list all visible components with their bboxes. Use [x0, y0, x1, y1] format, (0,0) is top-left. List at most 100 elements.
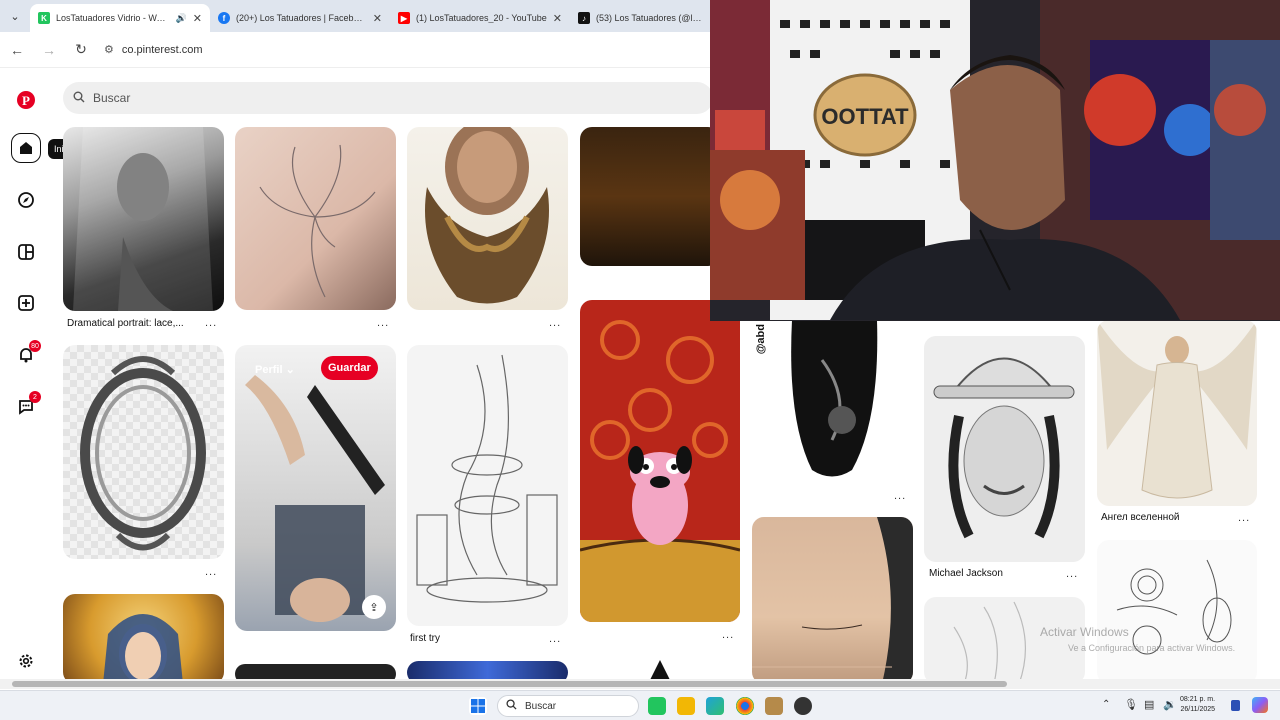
- pin-more-icon[interactable]: ...: [894, 490, 906, 502]
- taskbar-search-label: Buscar: [525, 700, 557, 712]
- tab-youtube[interactable]: ▶ (1) LosTatuadores_20 - YouTube ✕: [390, 4, 570, 32]
- tab-title: LosTatuadores Vidrio - Watch: [56, 13, 170, 23]
- pin-image-waist-tattoo[interactable]: [752, 517, 913, 684]
- close-tab-icon[interactable]: ✕: [553, 12, 562, 25]
- notifications-badge: 80: [29, 340, 41, 352]
- network-icon[interactable]: ▤: [1144, 698, 1154, 711]
- obs-icon[interactable]: [794, 697, 812, 715]
- url-field[interactable]: ⚙ co.pinterest.com: [104, 43, 203, 56]
- pin-image-lily-tattoo[interactable]: [235, 127, 396, 310]
- site-info-icon[interactable]: ⚙: [104, 43, 114, 56]
- pin-tag-text: @abd: [755, 324, 767, 355]
- activate-windows-subtitle: Ve a Configuración para activar Windows.: [1068, 643, 1236, 653]
- pinterest-logo-icon[interactable]: P: [11, 85, 41, 115]
- explore-icon[interactable]: [11, 185, 41, 215]
- folder-app-icon[interactable]: [765, 697, 783, 715]
- youtube-icon: ▶: [398, 12, 410, 24]
- pin-more-icon[interactable]: ...: [377, 317, 389, 329]
- pin-image-rose-sketch[interactable]: [1097, 540, 1257, 684]
- pin-caption: Dramatical portrait: lace,...: [67, 318, 184, 329]
- tab-facebook[interactable]: f (20+) Los Tatuadores | Facebook ✕: [210, 4, 390, 32]
- pin-more-icon[interactable]: ...: [1066, 568, 1078, 580]
- svg-text:P: P: [22, 93, 30, 108]
- edge-icon[interactable]: [706, 697, 724, 715]
- notification-bell-icon[interactable]: [1231, 700, 1240, 711]
- chevron-up-icon[interactable]: ⌃: [1102, 699, 1110, 710]
- speaker-icon[interactable]: 🔊: [176, 13, 187, 24]
- pin-image-virgin[interactable]: [63, 594, 224, 684]
- back-icon[interactable]: ←: [8, 42, 26, 58]
- close-tab-icon[interactable]: ✕: [373, 12, 382, 25]
- notifications-icon[interactable]: 80: [11, 340, 41, 370]
- tab-title: (1) LosTatuadores_20 - YouTube: [416, 13, 547, 23]
- activate-windows-title: Activar Windows: [1040, 625, 1129, 639]
- pin-image-video[interactable]: Perfil ⌄ Guardar ⇪: [235, 345, 396, 631]
- messages-icon[interactable]: 2: [11, 391, 41, 421]
- browser-tab-bar: ⌄ K LosTatuadores Vidrio - Watch 🔊 ✕ f (…: [0, 0, 710, 32]
- windows-taskbar: Buscar ⌃ 🎙 ▤ 🔉 08:21 p. m. 26/11/2025: [0, 690, 1280, 720]
- chrome-icon[interactable]: [736, 697, 754, 715]
- pin-caption: first try: [410, 633, 440, 644]
- boards-icon[interactable]: [11, 237, 41, 267]
- address-bar: ← → ↻ ⚙ co.pinterest.com: [0, 32, 710, 68]
- taskbar-clock[interactable]: 08:21 p. m. 26/11/2025: [1180, 695, 1215, 715]
- close-tab-icon[interactable]: ✕: [193, 12, 202, 25]
- tiktok-icon: ♪: [578, 12, 590, 24]
- pin-image-frame[interactable]: [63, 345, 224, 559]
- pin-more-icon[interactable]: ...: [722, 629, 734, 641]
- pin-caption: Michael Jackson: [929, 568, 1003, 579]
- pin-more-icon[interactable]: ...: [205, 317, 217, 329]
- pin-image-portrait[interactable]: [63, 127, 224, 311]
- pin-more-icon[interactable]: ...: [1238, 512, 1250, 524]
- kick-icon: K: [38, 12, 50, 24]
- tab-title: (20+) Los Tatuadores | Facebook: [236, 13, 367, 23]
- share-icon[interactable]: ⇪: [362, 595, 386, 619]
- pin-image-ornament-face[interactable]: [407, 127, 568, 310]
- clock-time: 08:21 p. m.: [1180, 696, 1216, 703]
- screen: ⌄ K LosTatuadores Vidrio - Watch 🔊 ✕ f (…: [0, 0, 1280, 720]
- clock-date: 26/11/2025: [1180, 706, 1216, 713]
- copilot-icon[interactable]: [1252, 697, 1268, 713]
- messages-badge: 2: [29, 391, 41, 403]
- create-icon[interactable]: [11, 288, 41, 318]
- kick-app-icon[interactable]: [648, 697, 666, 715]
- pin-image-angel[interactable]: [1097, 320, 1257, 506]
- search-icon: [506, 699, 517, 713]
- pinterest-sidebar: P 80 2: [0, 68, 52, 680]
- pin-more-icon[interactable]: ...: [549, 317, 561, 329]
- windows-start-icon[interactable]: [469, 697, 487, 715]
- home-icon[interactable]: [11, 133, 41, 163]
- chevron-down-icon: ⌄: [285, 364, 295, 376]
- pin-image-courage[interactable]: [580, 300, 740, 622]
- search-icon: [73, 91, 85, 106]
- tab-search-menu[interactable]: ⌄: [0, 0, 30, 32]
- taskbar-search[interactable]: Buscar: [497, 695, 639, 717]
- tab-kick[interactable]: K LosTatuadores Vidrio - Watch 🔊 ✕: [30, 4, 210, 32]
- forward-icon[interactable]: →: [40, 42, 58, 58]
- save-button[interactable]: Guardar: [321, 356, 378, 380]
- pin-image-tattoo-sleeve[interactable]: @abd: [752, 320, 913, 483]
- tab-title: (53) Los Tatuadores (@lostatuador: [596, 13, 702, 23]
- webcam-overlay: OOTTAT: [710, 0, 1280, 321]
- scrollbar-thumb[interactable]: [12, 681, 1007, 687]
- facebook-icon: f: [218, 12, 230, 24]
- settings-gear-icon[interactable]: [11, 646, 41, 676]
- svg-text:OOTTAT: OOTTAT: [821, 104, 909, 129]
- profile-dropdown[interactable]: Perfil ⌄: [255, 363, 295, 376]
- horizontal-scrollbar[interactable]: [0, 679, 1280, 689]
- search-placeholder: Buscar: [93, 91, 131, 105]
- pin-image-sketch[interactable]: [924, 597, 1085, 684]
- url-text: co.pinterest.com: [121, 43, 203, 56]
- search-input[interactable]: Buscar: [63, 82, 713, 114]
- volume-icon[interactable]: 🔉: [1163, 698, 1177, 711]
- pin-image-michael-jackson[interactable]: [924, 336, 1085, 562]
- file-explorer-icon[interactable]: [677, 697, 695, 715]
- microphone-icon[interactable]: 🎙: [1124, 698, 1138, 711]
- pin-image-dark-scene[interactable]: [580, 127, 720, 266]
- pin-more-icon[interactable]: ...: [549, 633, 561, 645]
- pin-more-icon[interactable]: ...: [205, 566, 217, 578]
- pin-image-tower[interactable]: [407, 345, 568, 626]
- reload-icon[interactable]: ↻: [72, 41, 90, 58]
- pin-caption: Ангел вселенной: [1101, 512, 1180, 523]
- tab-tiktok[interactable]: ♪ (53) Los Tatuadores (@lostatuador: [570, 4, 710, 32]
